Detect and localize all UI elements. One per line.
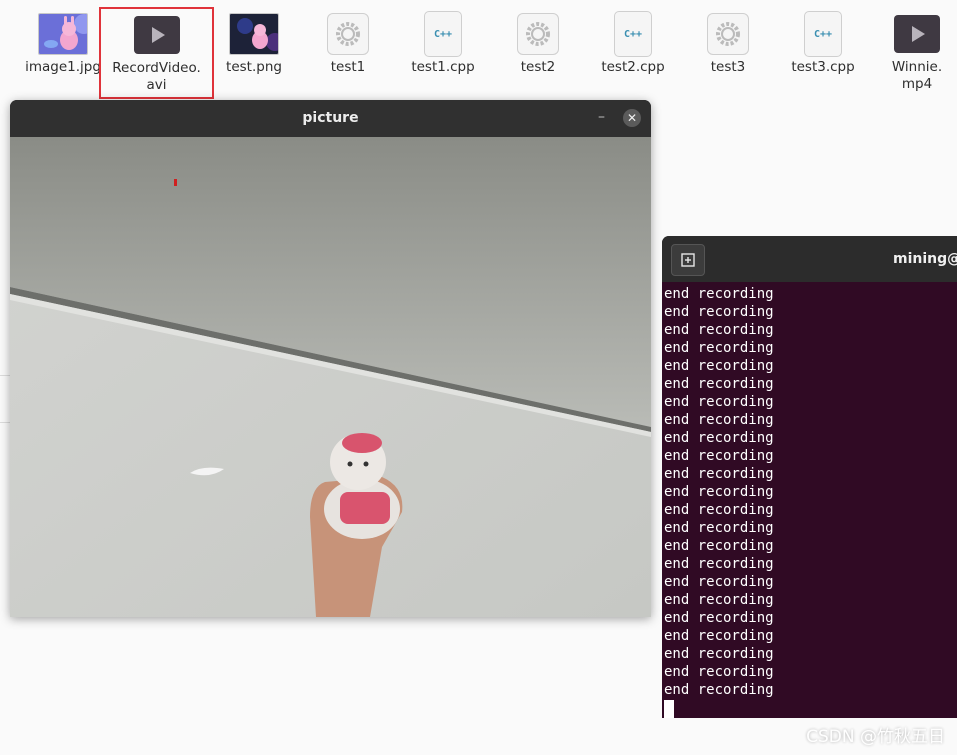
close-button[interactable]: ✕	[623, 109, 641, 127]
file-recordvideo-avi[interactable]: RecordVideo.avi	[99, 7, 214, 99]
file-label: test2	[520, 59, 556, 75]
terminal-line: end recording	[664, 574, 774, 590]
terminal-line: end recording	[664, 466, 774, 482]
terminal-cursor	[664, 700, 674, 718]
terminal-line: end recording	[664, 682, 774, 698]
file-test1-cpp[interactable]: C++ test1.cpp	[397, 11, 489, 76]
image-thumbnail-icon	[38, 13, 88, 55]
image-thumbnail-icon	[229, 13, 279, 55]
terminal-line: end recording	[664, 538, 774, 554]
terminal-line: end recording	[664, 520, 774, 536]
file-label: test3.cpp	[791, 59, 855, 75]
executable-gear-icon	[327, 13, 369, 55]
file-label: Winnie.mp4	[891, 59, 943, 92]
video-file-icon	[894, 15, 940, 53]
file-label: RecordVideo.avi	[112, 60, 201, 93]
window-title: picture	[302, 110, 359, 126]
file-test2[interactable]: test2	[492, 12, 584, 76]
terminal-line: end recording	[664, 556, 774, 572]
file-winnie-mp4[interactable]: Winnie.mp4	[880, 12, 954, 93]
terminal-line: end recording	[664, 430, 774, 446]
new-tab-icon[interactable]	[671, 244, 705, 276]
terminal-line: end recording	[664, 484, 774, 500]
file-test1[interactable]: test1	[302, 12, 394, 76]
cpp-file-icon: C++	[804, 11, 842, 57]
file-manager-view: image1.jpg RecordVideo.avi test.png test…	[0, 0, 957, 755]
terminal-line: end recording	[664, 286, 774, 302]
picture-window[interactable]: picture – ✕	[10, 100, 651, 617]
watermark: CSDN @竹秋五日	[806, 727, 945, 747]
terminal-line: end recording	[664, 304, 774, 320]
file-test3-cpp[interactable]: C++ test3.cpp	[777, 11, 869, 76]
cpp-file-icon: C++	[424, 11, 462, 57]
terminal-line: end recording	[664, 646, 774, 662]
executable-gear-icon	[707, 13, 749, 55]
file-label: test1.cpp	[411, 59, 475, 75]
terminal-line: end recording	[664, 340, 774, 356]
terminal-header[interactable]: mining@u	[662, 236, 957, 282]
file-test3[interactable]: test3	[682, 12, 774, 76]
file-image1-jpg[interactable]: image1.jpg	[17, 12, 109, 76]
divider	[0, 422, 10, 423]
terminal-line: end recording	[664, 664, 774, 680]
minimize-button[interactable]: –	[598, 109, 605, 125]
terminal-line: end recording	[664, 412, 774, 428]
terminal-output[interactable]: end recording end recording end recording e…	[662, 282, 957, 718]
file-label: test1	[330, 59, 366, 75]
file-label: image1.jpg	[25, 59, 101, 75]
file-label: test2.cpp	[601, 59, 665, 75]
executable-gear-icon	[517, 13, 559, 55]
camera-frame	[10, 137, 651, 617]
file-test2-cpp[interactable]: C++ test2.cpp	[587, 11, 679, 76]
file-label: test.png	[226, 59, 282, 75]
video-file-icon	[133, 16, 180, 54]
terminal-title: mining@u	[893, 251, 957, 267]
terminal-line: end recording	[664, 394, 774, 410]
terminal-line: end recording	[664, 628, 774, 644]
terminal-line: end recording	[664, 448, 774, 464]
terminal-line: end recording	[664, 358, 774, 374]
terminal-line: end recording	[664, 502, 774, 518]
terminal-line: end recording	[664, 610, 774, 626]
terminal-line: end recording	[664, 322, 774, 338]
cpp-file-icon: C++	[614, 11, 652, 57]
terminal-line: end recording	[664, 376, 774, 392]
terminal-line: end recording	[664, 592, 774, 608]
file-label: test3	[710, 59, 746, 75]
window-titlebar[interactable]: picture – ✕	[10, 100, 651, 137]
terminal-window[interactable]: mining@u end recordingend recordingend r…	[662, 236, 957, 718]
divider	[0, 375, 10, 376]
file-test-png[interactable]: test.png	[208, 12, 300, 76]
